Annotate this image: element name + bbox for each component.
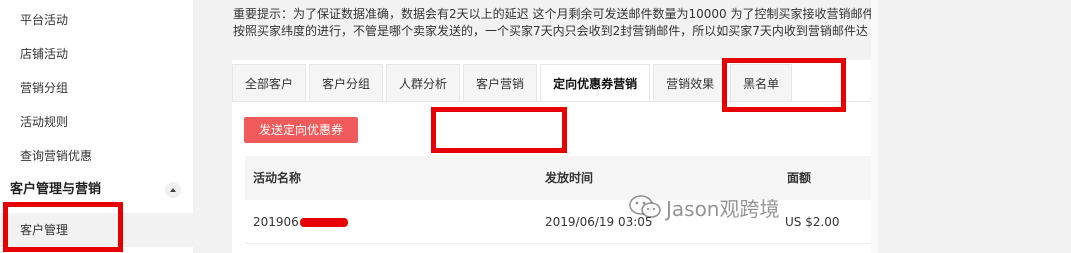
- sidebar-item-store-activity[interactable]: 店铺活动: [0, 37, 193, 71]
- cell-amount: US $2.00: [785, 215, 840, 229]
- app-root: 平台活动 店铺活动 营销分组 活动规则 查询营销优惠 客户管理与营销 客户管理 …: [0, 0, 1071, 253]
- tab-customer-marketing[interactable]: 客户营销: [463, 64, 538, 102]
- collapse-icon[interactable]: [165, 182, 181, 198]
- tab-blacklist[interactable]: 黑名单: [730, 64, 793, 102]
- sidebar-item-marketing-group[interactable]: 营销分组: [0, 71, 193, 105]
- sidebar-item-customer-management[interactable]: 客户管理: [0, 213, 193, 247]
- watermark: Jason观跨境: [628, 190, 780, 224]
- wechat-icon: [629, 195, 661, 218]
- notice-text: 重要提示：为了保证数据准确，数据会有2天以上的延迟 这个月剩余可发送邮件数量为1…: [233, 6, 873, 40]
- tab-targeted-coupon-marketing[interactable]: 定向优惠券营销: [540, 64, 651, 102]
- tab-crowd-analysis[interactable]: 人群分析: [386, 64, 461, 102]
- table-row[interactable]: 201906 2019/06/19 03:05 US $2.00: [245, 200, 878, 244]
- redaction-mark: [299, 218, 348, 227]
- tab-all-customers[interactable]: 全部客户: [232, 64, 307, 102]
- activity-name-text: 201906: [253, 215, 299, 229]
- sidebar-item-platform-activity[interactable]: 平台活动: [0, 3, 193, 37]
- column-header-activity-name: 活动名称: [253, 171, 302, 185]
- column-header-amount: 面额: [787, 171, 812, 185]
- scrollbar-track[interactable]: [871, 0, 878, 253]
- tab-customer-groups[interactable]: 客户分组: [309, 64, 384, 102]
- sidebar-group-customer-marketing[interactable]: 客户管理与营销: [0, 173, 193, 207]
- column-header-issue-time: 发放时间: [545, 171, 594, 185]
- sidebar-item-activity-rules[interactable]: 活动规则: [0, 105, 193, 139]
- watermark-text: Jason观跨境: [666, 196, 780, 221]
- notice-line-2: 按照买家纬度的进行，不管是哪个卖家发送的，一个买家7天内只会收到2封营销邮件，所…: [233, 24, 868, 38]
- sidebar-item-query-promotions[interactable]: 查询营销优惠: [0, 139, 193, 173]
- sidebar: 平台活动 店铺活动 营销分组 活动规则 查询营销优惠 客户管理与营销 客户管理: [0, 0, 193, 253]
- tab-bar: 全部客户 客户分组 人群分析 客户营销 定向优惠券营销 营销效果 黑名单: [232, 64, 795, 102]
- send-coupon-button[interactable]: 发送定向优惠券: [244, 117, 358, 143]
- tab-divider: [232, 101, 878, 102]
- table-header: 活动名称 发放时间 面额: [245, 156, 878, 200]
- notice-line-1: 重要提示：为了保证数据准确，数据会有2天以上的延迟 这个月剩余可发送邮件数量为1…: [233, 7, 873, 21]
- tab-marketing-effect[interactable]: 营销效果: [653, 64, 728, 102]
- cell-activity-name: 201906: [253, 200, 348, 244]
- sidebar-group-label: 客户管理与营销: [10, 182, 102, 197]
